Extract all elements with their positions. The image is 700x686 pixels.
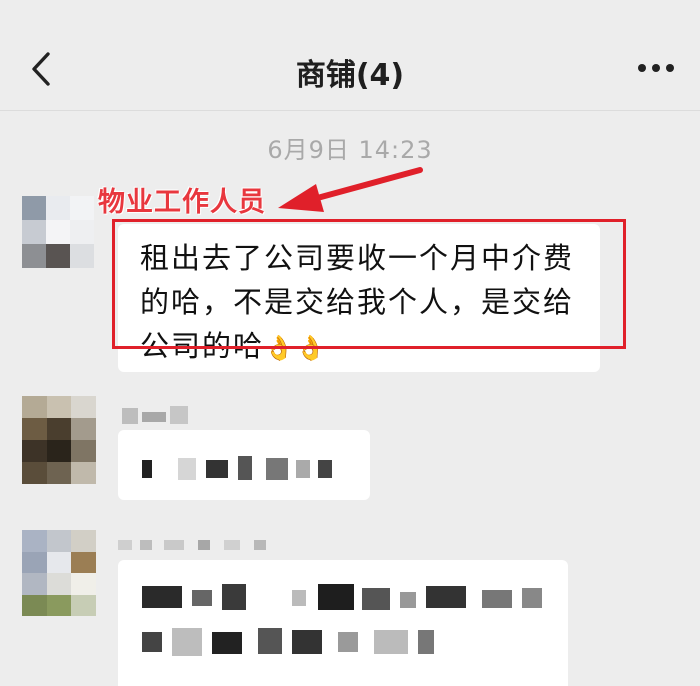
top-nav-bar: 商铺(4) — [0, 0, 700, 111]
avatar[interactable] — [22, 196, 94, 268]
more-dots-icon[interactable] — [636, 60, 676, 76]
message-bubble[interactable] — [118, 560, 568, 686]
sender-name — [122, 404, 190, 426]
annotation-box — [112, 219, 626, 349]
annotation-arrow-icon — [278, 167, 423, 212]
avatar[interactable] — [22, 530, 96, 616]
chat-title: 商铺(4) — [295, 58, 405, 93]
sender-name — [118, 538, 278, 552]
message-text — [142, 454, 352, 482]
avatar[interactable] — [22, 396, 96, 484]
annotation-label: 物业工作人员 — [98, 187, 266, 218]
message-bubble[interactable] — [118, 430, 370, 500]
message-text — [142, 584, 552, 674]
message-timestamp: 6月9日 14:23 — [267, 136, 433, 164]
